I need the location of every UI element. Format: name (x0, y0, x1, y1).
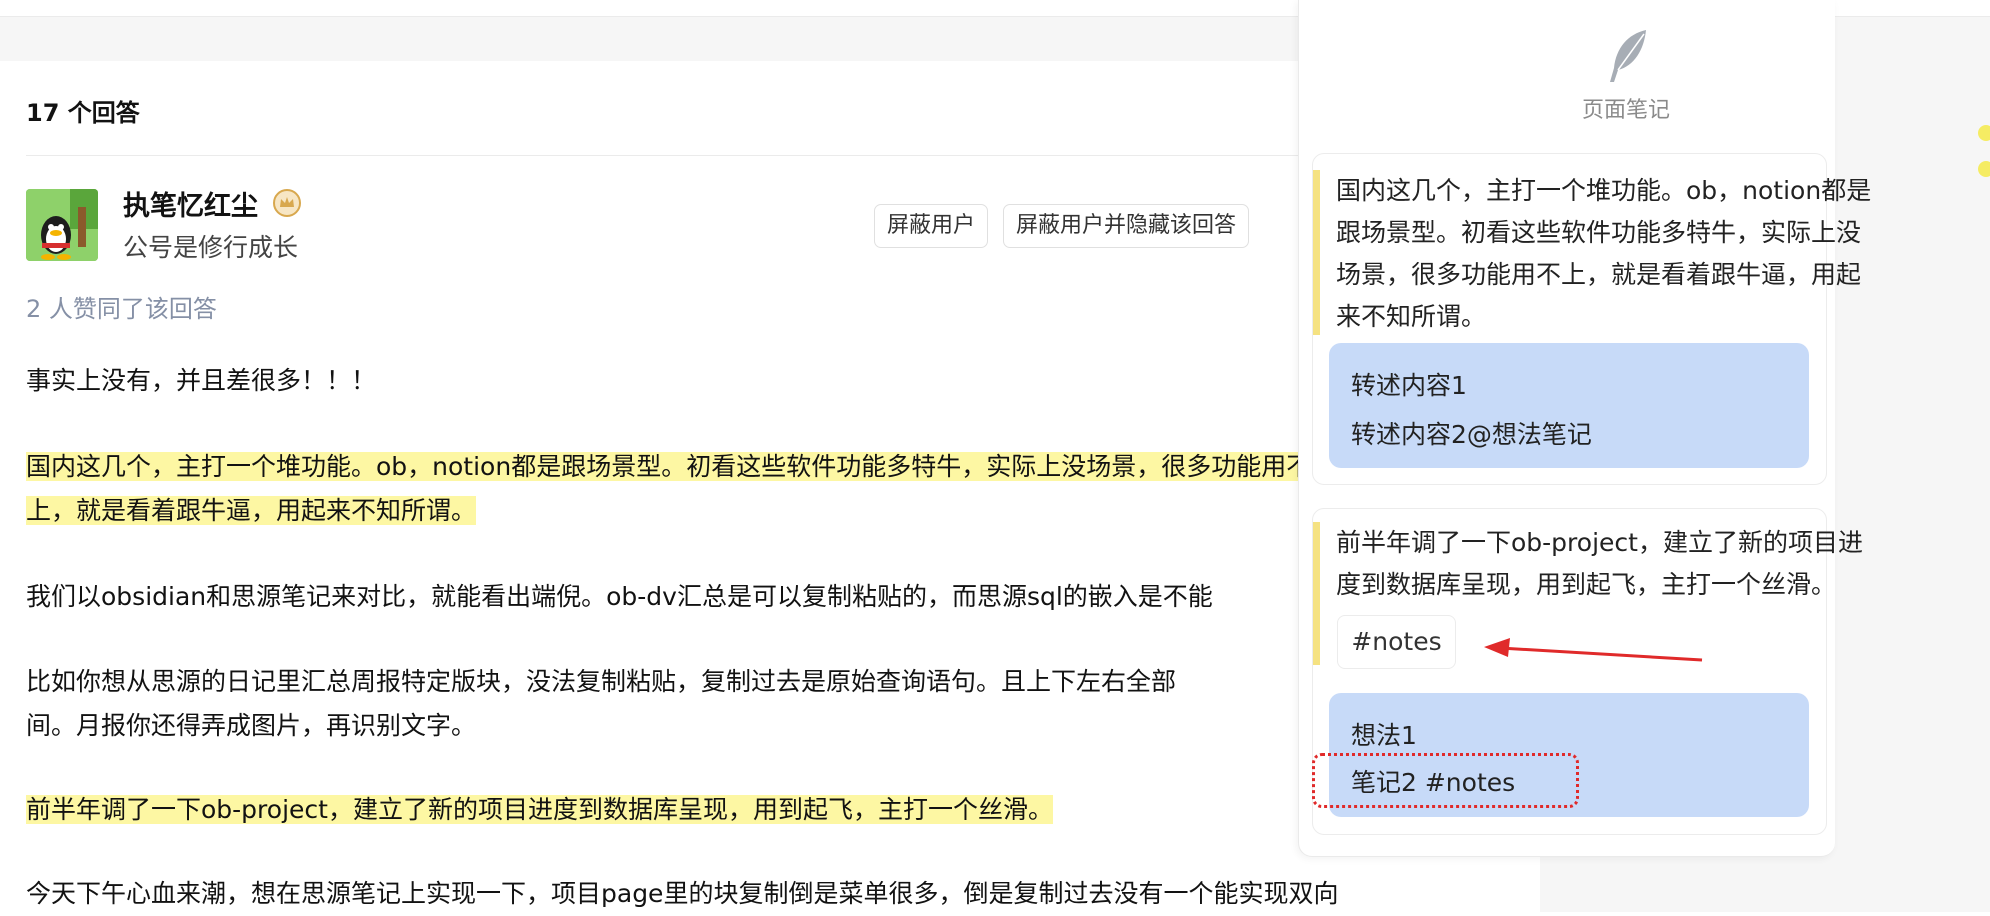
highlighted-text[interactable]: 上，就是看着跟牛逼，用起来不知所谓。 (26, 496, 477, 525)
comment-line: 想法1 (1351, 721, 1417, 750)
author-bio: 公号是修行成长 (123, 233, 299, 262)
quote-bar (1313, 170, 1320, 335)
tag-chip[interactable]: #notes (1337, 615, 1456, 669)
note-quote: 前半年调了一下ob-project，建立了新的项目进 度到数据库呈现，用到起飞，… (1336, 528, 1863, 599)
crown-badge-icon (273, 189, 301, 217)
decorative-dot (1978, 125, 1990, 141)
answer-paragraph: 我们以obsidian和思源笔记来对比，就能看出端倪。ob-dv汇总是可以复制粘… (26, 582, 1213, 611)
note-quote: 国内这几个，主打一个堆功能。ob，notion都是 跟场景型。初看这些软件功能多… (1336, 176, 1872, 331)
answer-paragraph-highlighted: 前半年调了一下ob-project，建立了新的项目进度到数据库呈现，用到起飞，主… (26, 788, 1053, 832)
block-user-button[interactable]: 屏蔽用户 (874, 204, 989, 248)
panel-title: 页面笔记 (1582, 98, 1671, 123)
answer-paragraph-highlighted: 国内这几个，主打一个堆功能。ob，notion都是跟场景型。初看这些软件功能多特… (26, 445, 1312, 533)
highlighted-text[interactable]: 国内这几个，主打一个堆功能。ob，notion都是跟场景型。初看这些软件功能多特… (26, 452, 1312, 481)
paragraph-line: 间。月报你还得弄成图片，再识别文字。 (26, 711, 477, 740)
highlighted-text[interactable]: 前半年调了一下ob-project，建立了新的项目进度到数据库呈现，用到起飞，主… (26, 795, 1053, 824)
annotation-dotted-box (1312, 753, 1579, 808)
answer-paragraph: 比如你想从思源的日记里汇总周报特定版块，没法复制粘贴，复制过去是原始查询语句。且… (26, 660, 1176, 748)
answer-paragraph: 今天下午心血来潮，想在思源笔记上实现一下，项目page里的块复制倒是菜单很多，倒… (26, 879, 1339, 908)
comment-line: 转述内容1 (1351, 371, 1467, 400)
block-and-hide-button[interactable]: 屏蔽用户并隐藏该回答 (1003, 204, 1250, 248)
paragraph-line: 比如你想从思源的日记里汇总周报特定版块，没法复制粘贴，复制过去是原始查询语句。且… (26, 667, 1177, 696)
annotation-arrow-icon (1484, 638, 1703, 662)
author-name[interactable]: 执笔忆红尘 (123, 184, 258, 223)
decorative-dot (1978, 161, 1990, 177)
author-avatar[interactable] (26, 189, 98, 261)
quote-bar (1313, 522, 1320, 665)
answers-count-title: 17 个回答 (26, 99, 140, 127)
comment-line: 转述内容2@想法笔记 (1351, 420, 1592, 449)
answer-paragraph: 事实上没有，并且差很多！！！ (26, 366, 377, 395)
feather-icon (1610, 30, 1646, 82)
vote-count: 2 人赞同了该回答 (26, 295, 217, 323)
